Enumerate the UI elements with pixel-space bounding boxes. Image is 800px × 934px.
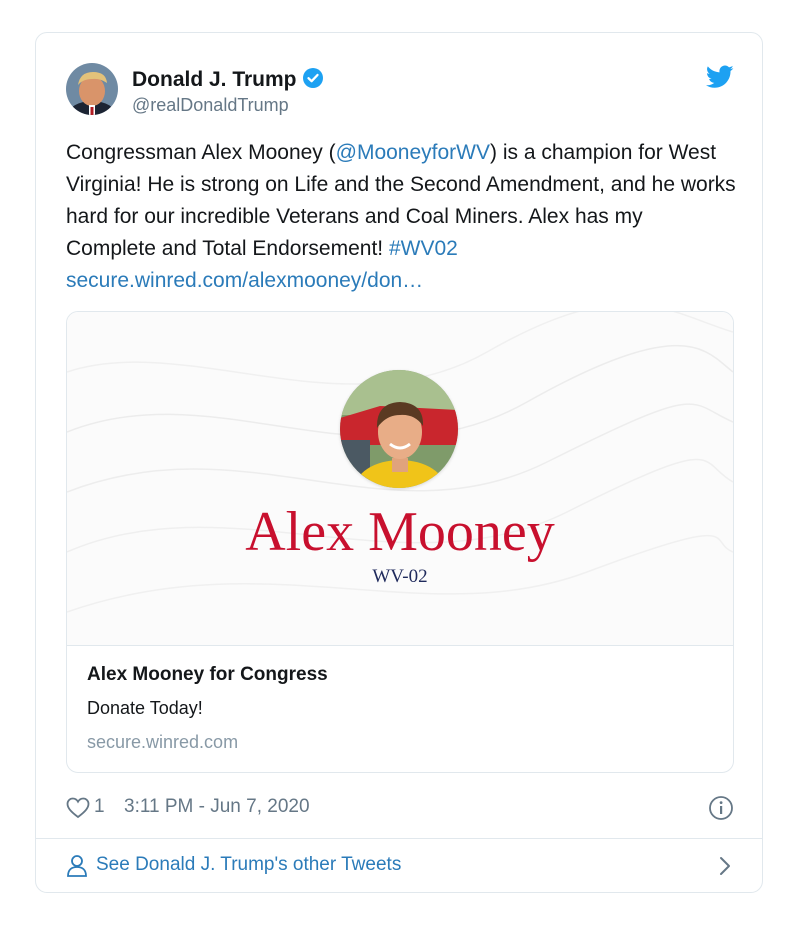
verified-badge-icon xyxy=(302,67,324,95)
tweet-timestamp[interactable]: 3:11 PM - Jun 7, 2020 xyxy=(124,796,310,818)
author-name-text[interactable]: Donald J. Trump xyxy=(132,68,297,91)
tweet-url-link[interactable]: secure.winred.com/alexmooney/don… xyxy=(66,269,423,292)
author-handle[interactable]: @realDonaldTrump xyxy=(132,95,289,116)
author-avatar[interactable] xyxy=(66,63,118,115)
card-image[interactable]: Alex Mooney WV-02 xyxy=(67,312,733,646)
tweet-card: Donald J. Trump @realDonaldTrump Congres… xyxy=(35,32,763,893)
info-icon[interactable] xyxy=(708,795,734,826)
tweet-text-part: Congressman Alex Mooney ( xyxy=(66,141,336,164)
footer-divider xyxy=(36,838,762,839)
twitter-logo-icon[interactable] xyxy=(705,65,734,94)
mention-link[interactable]: @MooneyforWV xyxy=(336,141,490,164)
link-card[interactable]: Alex Mooney WV-02 Alex Mooney for Congre… xyxy=(66,311,734,773)
card-candidate-name: Alex Mooney xyxy=(245,501,555,563)
see-other-tweets-link[interactable]: See Donald J. Trump's other Tweets xyxy=(66,851,734,881)
see-other-tweets-label[interactable]: See Donald J. Trump's other Tweets xyxy=(96,854,401,876)
like-count[interactable]: 1 xyxy=(94,796,105,818)
author-name[interactable]: Donald J. Trump xyxy=(132,67,324,95)
person-icon xyxy=(66,854,88,883)
card-description: Donate Today! xyxy=(87,698,203,718)
chevron-right-icon[interactable] xyxy=(718,855,732,882)
heart-icon[interactable] xyxy=(66,797,90,824)
card-district: WV-02 xyxy=(372,566,428,587)
card-info[interactable]: Alex Mooney for Congress Donate Today! s… xyxy=(87,660,707,756)
hashtag-link[interactable]: #WV02 xyxy=(389,237,458,260)
tweet-footer: 1 3:11 PM - Jun 7, 2020 xyxy=(66,793,734,823)
tweet-header: Donald J. Trump @realDonaldTrump xyxy=(66,63,734,119)
tweet-text: Congressman Alex Mooney (@MooneyforWV) i… xyxy=(66,137,738,297)
candidate-photo xyxy=(340,370,458,488)
card-domain: secure.winred.com xyxy=(87,732,239,752)
card-title[interactable]: Alex Mooney for Congress xyxy=(87,660,707,690)
